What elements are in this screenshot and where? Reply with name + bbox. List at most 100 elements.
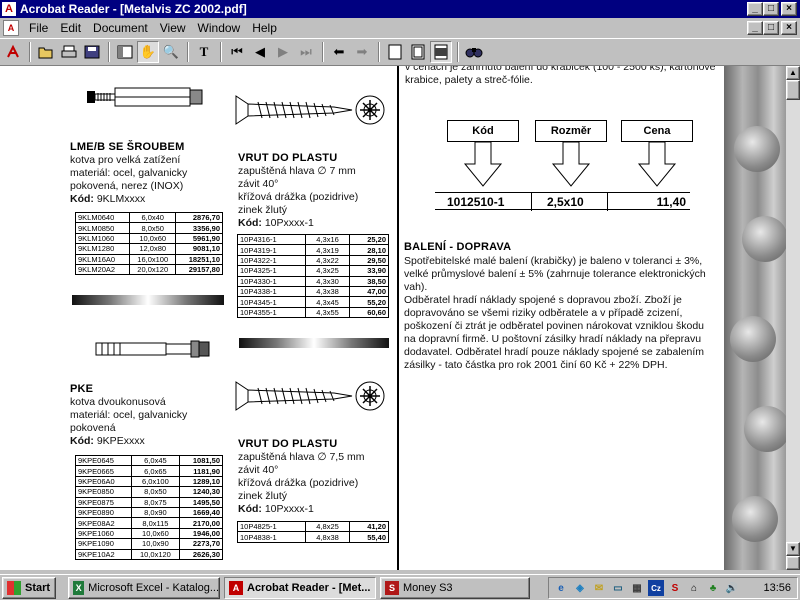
actual-size-icon[interactable] (384, 41, 406, 63)
size-cell: 10,0x60 (130, 527, 180, 540)
size-cell: 8,0x90 (130, 506, 180, 519)
table-row: 9KPE1060 10,0x60 1946,00 (75, 527, 224, 540)
acrobat-logo-icon (2, 41, 24, 63)
save-icon[interactable] (81, 41, 103, 63)
zoom-tool-icon[interactable]: 🔍 (160, 41, 182, 63)
price-cell: 25,20 (349, 233, 389, 246)
ie-icon[interactable]: e (553, 580, 569, 596)
taskbar-button[interactable]: A Acrobat Reader - [Met... (224, 577, 376, 599)
product-code-cell: 9KPE08A2 (75, 517, 132, 529)
menu-help[interactable]: Help (246, 21, 283, 35)
size-cell: 8,0x75 (130, 496, 180, 508)
price-cell: 29,50 (349, 254, 389, 267)
document-menu-icon[interactable]: A (3, 20, 19, 36)
menu-view[interactable]: View (154, 21, 192, 35)
price-cell: 28,10 (349, 244, 389, 256)
doc-restore-button[interactable]: □ (763, 21, 779, 35)
vertical-scrollbar[interactable]: ▲ ▼ (786, 66, 800, 570)
go-forward-icon[interactable]: ➡ (351, 41, 373, 63)
tray-tool-icon[interactable]: ⌂ (686, 580, 702, 596)
taskbar-button[interactable]: S Money S3 (380, 577, 530, 599)
size-cell: 4,8x25 (304, 520, 351, 533)
last-page-icon[interactable]: ⏭ (295, 41, 317, 63)
scroll-corner (786, 556, 800, 570)
money-s3-icon: S (385, 581, 399, 595)
title-bar[interactable]: A Acrobat Reader - [Metalvis ZC 2002.pdf… (0, 0, 800, 18)
product-code-cell: 9KPE10A2 (75, 548, 132, 560)
price-cell: 60,60 (349, 306, 389, 319)
table-row: 9KPE0665 6,0x65 1181,90 (75, 465, 224, 477)
taskbar-button-label: Money S3 (403, 582, 453, 594)
maximize-button[interactable]: □ (763, 2, 779, 16)
tray-app-icon[interactable]: ◈ (572, 580, 588, 596)
open-icon[interactable] (35, 41, 57, 63)
menu-document[interactable]: Document (87, 21, 154, 35)
fit-page-icon[interactable] (407, 41, 429, 63)
price-cell: 1181,90 (178, 465, 224, 477)
close-button[interactable]: × (781, 2, 797, 16)
fit-width-icon[interactable] (430, 41, 452, 63)
first-page-icon[interactable]: ⏮ (226, 41, 248, 63)
previous-page-icon[interactable]: ◀ (249, 41, 271, 63)
table-row: 9KLM1280 12,0x80 9081,10 (74, 243, 223, 255)
size-cell: 10,0x90 (130, 538, 180, 550)
next-page-icon[interactable]: ▶ (272, 41, 294, 63)
product-code-cell: 9KLM0640 (74, 211, 131, 224)
size-cell: 10,0x60 (129, 232, 177, 245)
document-view[interactable]: LME/B SE ŠROUBEM kotva pro velká zatížen… (0, 66, 786, 570)
taskbar-button-label: Microsoft Excel - Katalog... (88, 582, 219, 594)
scroll-up-icon[interactable]: ▲ (786, 66, 800, 80)
product-code-cell: 10P4319-1 (237, 244, 306, 256)
menu-window[interactable]: Window (192, 21, 247, 35)
clock[interactable]: 13:56 (763, 582, 797, 594)
lme-title: LME/B SE ŠROUBEM (70, 141, 185, 153)
table-row: 10P4825-1 4,8x25 41,20 (237, 520, 389, 533)
table-row: 10P4322-1 4,3x22 29,50 (237, 254, 389, 267)
vrut1-description: zapuštěná hlava ∅ 7 mm závit 40° křížová… (238, 165, 359, 229)
start-button[interactable]: Start (2, 577, 56, 599)
lme-anchor-image (87, 87, 203, 107)
table-row: 10P4319-1 4,3x19 28,10 (237, 244, 389, 256)
doc-close-button[interactable]: × (781, 21, 797, 35)
product-code-cell: 10P4338-1 (237, 285, 306, 298)
go-back-icon[interactable]: ⬅ (328, 41, 350, 63)
product-code-cell: 9KPE0890 (75, 506, 132, 519)
vrut2-price-table: 10P4825-1 4,8x25 41,20 10P4838-1 4,8x38 55,40 (237, 520, 389, 543)
table-row: 10P4316-1 4,3x16 25,20 (237, 233, 389, 246)
system-tray: e ◈ ✉ ▭ ▦ Cz S ⌂ ♣ 🔊 13:56 (548, 577, 798, 599)
acrobat-icon[interactable]: A (2, 2, 16, 16)
scroll-thumb[interactable] (786, 80, 800, 100)
header-kod: Kód (447, 120, 519, 142)
taskbar: Start X Microsoft Excel - Katalog... A Acro… (0, 574, 800, 600)
menu-file[interactable]: File (23, 21, 54, 35)
sap-icon[interactable]: S (667, 580, 683, 596)
desktop-icon[interactable]: ▭ (610, 580, 626, 596)
minimize-button[interactable]: _ (747, 2, 763, 16)
packaging-note: v cenách je zahrnuto balení do krabiček … (405, 66, 716, 86)
price-cell: 2170,00 (178, 517, 224, 529)
volume-icon[interactable]: 🔊 (724, 580, 740, 596)
find-icon[interactable] (463, 41, 485, 63)
product-code-cell: 10P4345-1 (237, 296, 306, 308)
baleni-text: Spotřebitelské malé balení (krabičky) je… (404, 255, 706, 371)
print-icon[interactable] (58, 41, 80, 63)
taskbar-button[interactable]: X Microsoft Excel - Katalog... (68, 577, 220, 599)
hand-tool-icon[interactable]: ✋ (137, 41, 159, 63)
size-cell: 4,3x19 (304, 244, 351, 256)
show-navigation-pane-icon[interactable] (114, 41, 136, 63)
network-icon[interactable]: ▦ (629, 580, 645, 596)
down-arrows (463, 142, 677, 187)
example-code: 1012510-1 (447, 195, 505, 209)
language-indicator[interactable]: Cz (648, 580, 664, 596)
tray-service-icon[interactable]: ♣ (705, 580, 721, 596)
scroll-down-icon[interactable]: ▼ (786, 542, 800, 556)
menu-edit[interactable]: Edit (54, 21, 87, 35)
vrut1-price-table: 10P4316-1 4,3x16 25,20 10P4319-1 4,3x19 28,10… (237, 233, 389, 319)
vrut1-title: VRUT DO PLASTU (238, 152, 338, 164)
doc-minimize-button[interactable]: _ (747, 21, 763, 35)
outlook-icon[interactable]: ✉ (591, 580, 607, 596)
pke-title: PKE (70, 383, 94, 395)
text-select-icon[interactable]: T (193, 41, 215, 63)
product-code-cell: 9KLM0850 (74, 222, 131, 234)
product-code-cell: 10P4316-1 (237, 233, 306, 246)
